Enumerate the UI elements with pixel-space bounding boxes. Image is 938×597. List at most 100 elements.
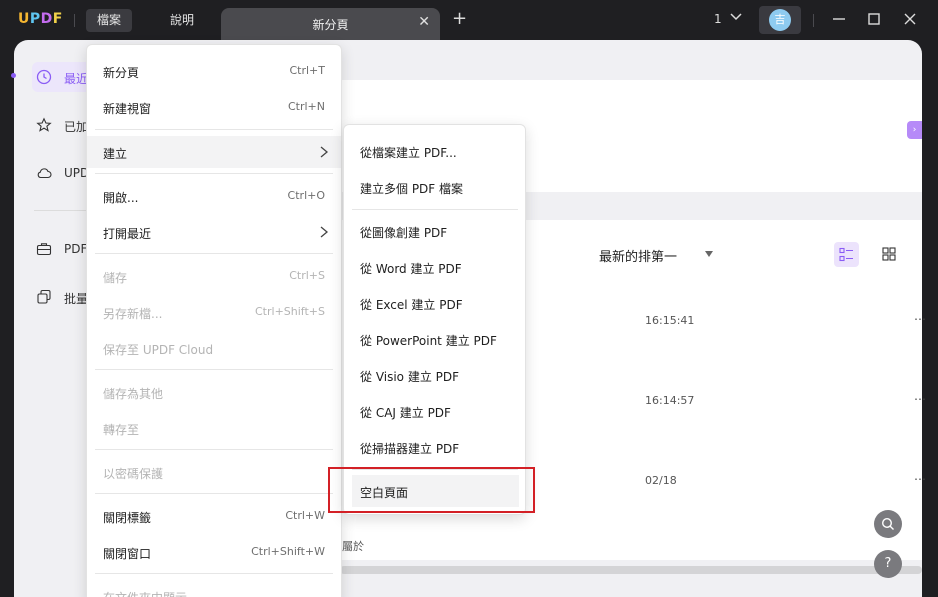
menu-item-shortcut: Ctrl+Shift+W — [251, 545, 325, 558]
cloud-icon — [37, 168, 52, 179]
submenu-item-from-powerpoint[interactable]: 從 PowerPoint 建立 PDF — [344, 323, 525, 355]
menu-item-save-as-other[interactable]: 儲存為其他 — [87, 376, 341, 408]
menu-item-save[interactable]: 儲存 Ctrl+S — [87, 260, 341, 292]
sidebar-item-label: 批量 — [64, 292, 89, 306]
submenu-item-create-multiple[interactable]: 建立多個 PDF 檔案 — [344, 171, 525, 203]
menu-item-close-tab[interactable]: 關閉標籤 Ctrl+W — [87, 500, 341, 532]
horizontal-scrollbar[interactable] — [340, 566, 922, 574]
menu-file[interactable]: 檔案 — [86, 9, 133, 32]
menu-item-label: 新建視窗 — [103, 102, 152, 116]
menu-item-label: 從 Visio 建立 PDF — [360, 370, 460, 384]
menu-item-label: 從掃描器建立 PDF — [360, 442, 460, 456]
menu-item-label: 打開最近 — [103, 227, 152, 241]
minimize-icon[interactable] — [830, 10, 848, 28]
window-close-icon[interactable] — [901, 10, 919, 28]
chevron-down-icon[interactable] — [729, 10, 743, 24]
help-button[interactable]: ? — [874, 550, 902, 578]
menu-item-label: 儲存為其他 — [103, 387, 164, 401]
menu-item-close-window[interactable]: 關閉窗口 Ctrl+Shift+W — [87, 536, 341, 568]
submenu-item-from-image[interactable]: 從圖像創建 PDF — [344, 215, 525, 247]
create-submenu: 從檔案建立 PDF... 建立多個 PDF 檔案 從圖像創建 PDF 從 Wor… — [343, 124, 526, 515]
tab-label: 新分頁 — [312, 18, 349, 32]
menu-item-label: 新分頁 — [103, 66, 140, 80]
sort-dropdown[interactable]: 最新的排第一 — [599, 246, 677, 265]
menu-item-label: 從 Excel 建立 PDF — [360, 298, 463, 312]
menu-item-save-to-cloud[interactable]: 保存至 UPDF Cloud — [87, 332, 341, 364]
menu-item-label: 從 Word 建立 PDF — [360, 262, 462, 276]
submenu-item-from-excel[interactable]: 從 Excel 建立 PDF — [344, 287, 525, 319]
menu-item-label: 建立多個 PDF 檔案 — [360, 182, 464, 196]
star-icon — [36, 117, 52, 132]
list-view-button[interactable] — [834, 242, 859, 267]
more-icon[interactable]: ⋯ — [914, 312, 926, 326]
file-modified-time: 16:14:57 — [645, 394, 695, 407]
menu-item-label: 關閉窗口 — [103, 547, 152, 561]
menu-help[interactable]: 說明 — [159, 9, 205, 32]
menu-item-open-recent[interactable]: 打開最近 — [87, 216, 341, 248]
menu-divider — [95, 493, 333, 494]
more-icon[interactable]: ⋯ — [914, 472, 926, 486]
menu-item-label: 從檔案建立 PDF... — [360, 146, 457, 160]
grid-view-icon[interactable] — [882, 247, 896, 261]
submenu-item-from-word[interactable]: 從 Word 建立 PDF — [344, 251, 525, 283]
briefcase-icon — [36, 243, 52, 256]
menu-divider — [95, 173, 333, 174]
menu-item-label: 建立 — [103, 147, 128, 161]
annotation-highlight-box — [328, 467, 535, 513]
file-name-partial: 屬於 — [342, 540, 364, 553]
menu-divider — [95, 449, 333, 450]
menu-item-shortcut: Ctrl+T — [289, 64, 325, 77]
menu-item-shortcut: Ctrl+O — [287, 189, 325, 202]
sidebar-item-label: PDF — [64, 242, 88, 256]
menu-item-shortcut: Ctrl+S — [289, 269, 325, 282]
menu-item-save-as[interactable]: 另存新檔... Ctrl+Shift+S — [87, 296, 341, 328]
submenu-item-from-visio[interactable]: 從 Visio 建立 PDF — [344, 359, 525, 391]
menu-divider — [95, 573, 333, 574]
search-button[interactable] — [874, 510, 902, 538]
menu-item-shortcut: Ctrl+W — [285, 509, 325, 522]
title-bar: UPDF 檔案 說明 新分頁 ✕ + 1 吉 — [0, 0, 938, 40]
menu-item-show-in-folder[interactable]: 在文件夾中顯示 — [87, 580, 341, 597]
menu-item-label: 保存至 UPDF Cloud — [103, 343, 214, 357]
menu-item-open[interactable]: 開啟... Ctrl+O — [87, 180, 341, 212]
menu-item-shortcut: Ctrl+N — [287, 100, 325, 113]
window-count[interactable]: 1 — [714, 12, 722, 26]
menu-divider — [95, 253, 333, 254]
add-tab-button[interactable]: + — [452, 10, 467, 28]
menu-item-label: 關閉標籤 — [103, 511, 152, 525]
menu-item-shortcut: Ctrl+Shift+S — [255, 305, 325, 318]
maximize-icon[interactable] — [865, 10, 883, 28]
menu-divider — [95, 129, 333, 130]
caret-down-icon[interactable] — [705, 251, 713, 257]
menu-item-label: 轉存至 — [103, 423, 140, 437]
sidebar-item-label: 已加 — [64, 120, 89, 134]
tab-new[interactable]: 新分頁 ✕ — [221, 8, 440, 40]
menu-item-new-window[interactable]: 新建視窗 Ctrl+N — [87, 91, 341, 123]
menu-item-label: 從 PowerPoint 建立 PDF — [360, 334, 497, 348]
titlebar-divider — [813, 14, 814, 27]
menu-item-label: 從 CAJ 建立 PDF — [360, 406, 451, 420]
menu-item-export-to[interactable]: 轉存至 — [87, 412, 341, 444]
menu-item-label: 另存新檔... — [103, 307, 163, 321]
menu-item-label: 在文件夾中顯示 — [103, 589, 187, 597]
account-button[interactable]: 吉 — [759, 6, 801, 34]
menu-item-create[interactable]: 建立 — [87, 136, 341, 168]
submenu-item-from-scanner[interactable]: 從掃描器建立 PDF — [344, 431, 525, 463]
avatar: 吉 — [769, 9, 791, 31]
menu-item-new-tab[interactable]: 新分頁 Ctrl+T — [87, 55, 341, 87]
list-view-icon — [839, 247, 853, 262]
menu-divider — [352, 209, 518, 210]
collapse-panel-button[interactable]: › — [907, 121, 922, 139]
updf-logo: UPDF — [18, 11, 63, 27]
menu-item-label: 開啟... — [103, 191, 139, 205]
menu-item-label: 以密碼保護 — [103, 467, 164, 481]
menu-item-password-protect[interactable]: 以密碼保護 — [87, 456, 341, 488]
submenu-item-from-caj[interactable]: 從 CAJ 建立 PDF — [344, 395, 525, 427]
close-icon[interactable]: ✕ — [418, 14, 430, 30]
search-icon — [881, 517, 894, 530]
menu-item-label: 從圖像創建 PDF — [360, 226, 448, 240]
more-icon[interactable]: ⋯ — [914, 392, 926, 406]
sidebar-item-label: 最近 — [64, 72, 89, 86]
file-menu: 新分頁 Ctrl+T 新建視窗 Ctrl+N 建立 開啟... Ctrl+O 打… — [86, 44, 342, 597]
submenu-item-from-file[interactable]: 從檔案建立 PDF... — [344, 135, 525, 167]
